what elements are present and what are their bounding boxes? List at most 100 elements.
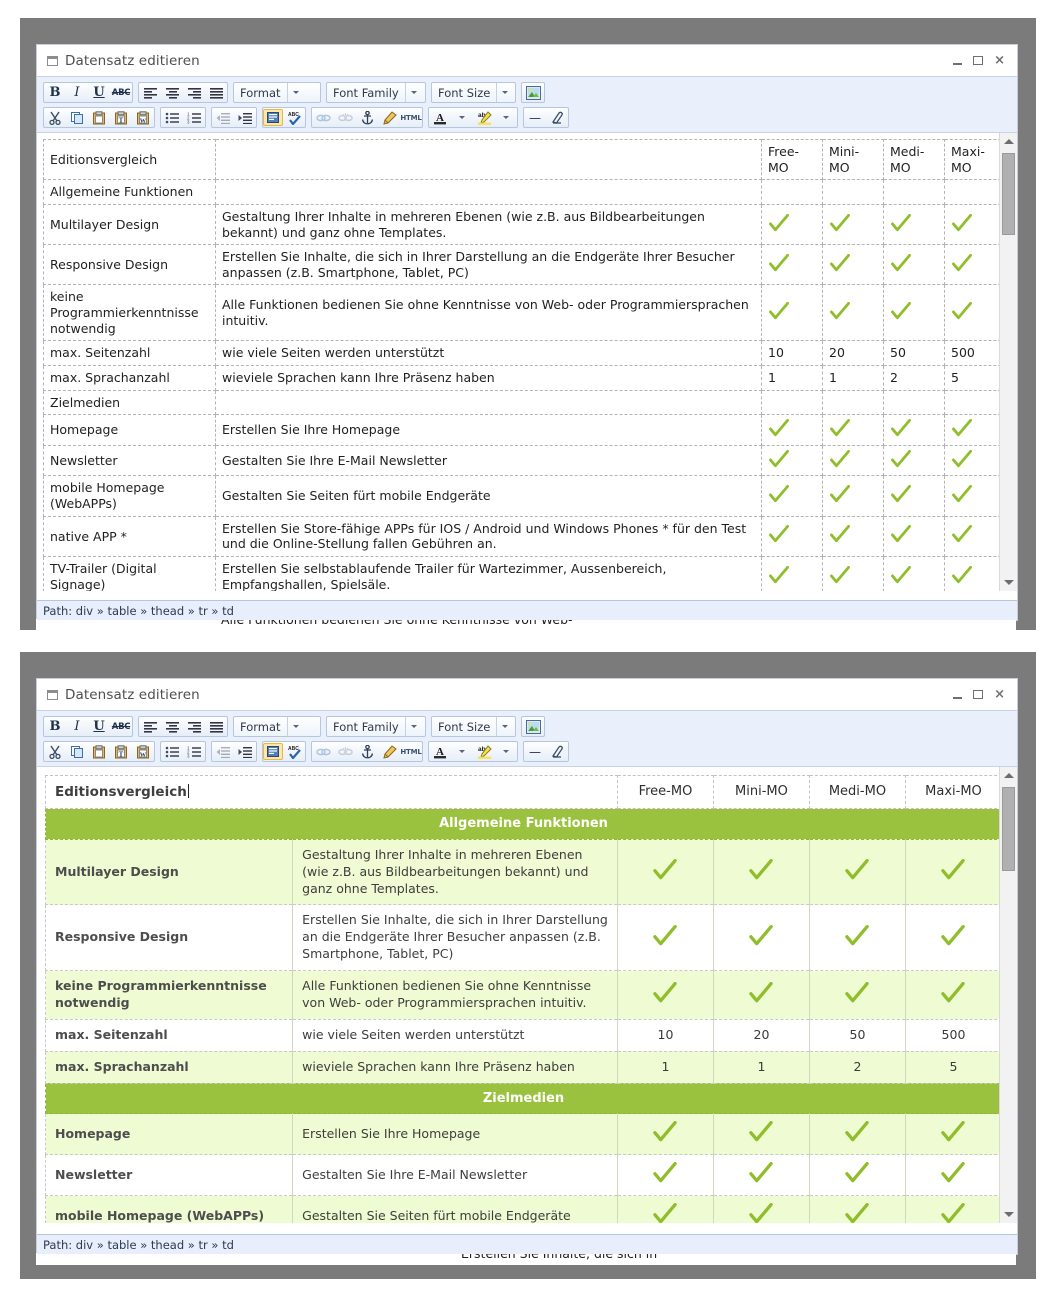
value-cell-3[interactable]	[944, 244, 1006, 286]
background-color-icon[interactable]: ab	[473, 108, 495, 127]
value-cell-2[interactable]	[883, 203, 945, 246]
editor-scrollbar[interactable]	[999, 133, 1017, 591]
maximize-icon[interactable]	[973, 690, 984, 699]
strikethrough-button[interactable]: ABC	[110, 83, 132, 102]
font-size-select[interactable]: Font Size	[431, 716, 516, 737]
plan-header-1[interactable]: Mini-MO	[712, 774, 810, 810]
text-color-icon[interactable]: A	[429, 742, 451, 761]
chevron-down-icon[interactable]	[451, 742, 473, 761]
description-cell[interactable]: Alle Funktionen bedienen Sie ohne Kenntn…	[215, 284, 762, 342]
scroll-down-icon[interactable]	[1000, 1206, 1017, 1223]
feature-cell[interactable]: Multilayer Design	[43, 203, 216, 246]
chevron-down-icon[interactable]	[404, 717, 422, 736]
scrollbar-thumb[interactable]	[1002, 153, 1015, 235]
value-cell-0[interactable]	[761, 414, 823, 446]
value-cell-0[interactable]	[761, 515, 823, 557]
font-family-select[interactable]: Font Family	[326, 82, 426, 103]
blockquote-icon[interactable]	[263, 743, 283, 760]
value-cell-0[interactable]	[617, 970, 714, 1020]
paste-from-word-icon[interactable]: W	[132, 108, 154, 127]
value-cell-3[interactable]	[944, 284, 1006, 342]
section-cell[interactable]	[944, 389, 1006, 416]
feature-cell[interactable]: keine Programmierkenntnisse notwendig	[44, 970, 294, 1020]
clear-formatting-icon[interactable]	[378, 108, 400, 127]
paste-from-word-icon[interactable]: W	[132, 742, 154, 761]
value-cell-0[interactable]	[761, 475, 823, 517]
bold-button[interactable]: B	[44, 717, 66, 736]
description-cell[interactable]: wie viele Seiten werden unterstützt	[215, 340, 762, 366]
bullet-list-icon[interactable]	[161, 108, 183, 127]
value-cell-3[interactable]: 5	[944, 364, 1006, 391]
value-cell-0[interactable]: 10	[617, 1018, 714, 1052]
value-cell-2[interactable]	[883, 444, 945, 477]
paste-as-text-icon[interactable]: T	[110, 108, 132, 127]
bullet-list-icon[interactable]	[161, 742, 183, 761]
minimize-icon[interactable]	[953, 697, 963, 699]
align-center-icon[interactable]	[161, 717, 183, 736]
outdent-icon[interactable]	[212, 742, 234, 761]
description-cell[interactable]: Gestaltung Ihrer Inhalte in mehreren Ebe…	[292, 838, 618, 906]
value-cell-3[interactable]	[905, 970, 1003, 1020]
value-cell-2[interactable]: 2	[809, 1050, 906, 1084]
editor-content-styled[interactable]: Editionsvergleich Free-MO Mini-MO Medi-MO Ma…	[37, 767, 1017, 1223]
description-cell[interactable]: Gestalten Sie Seiten fürt mobile Endgerä…	[215, 475, 762, 517]
description-cell[interactable]: Gestalten Sie Seiten fürt mobile Endgerä…	[292, 1195, 618, 1223]
value-cell-0[interactable]	[761, 284, 823, 342]
underline-button[interactable]: U	[88, 717, 110, 736]
anchor-icon[interactable]	[356, 742, 378, 761]
horizontal-rule-icon[interactable]: —	[524, 742, 546, 761]
numbered-list-icon[interactable]: 123	[183, 742, 205, 761]
clear-formatting-icon[interactable]	[378, 742, 400, 761]
eraser-icon[interactable]	[546, 742, 568, 761]
scroll-down-icon[interactable]	[1000, 574, 1017, 591]
value-cell-1[interactable]	[822, 284, 884, 342]
value-cell-1[interactable]	[822, 475, 884, 517]
description-cell[interactable]: Erstellen Sie Ihre Homepage	[215, 414, 762, 446]
table-spacer-cell[interactable]	[215, 138, 762, 181]
value-cell-2[interactable]	[809, 838, 906, 906]
value-cell-3[interactable]	[944, 203, 1006, 246]
font-family-select[interactable]: Font Family	[326, 716, 426, 737]
feature-cell[interactable]: Responsive Design	[43, 244, 216, 286]
description-cell[interactable]: Gestaltung Ihrer Inhalte in mehreren Ebe…	[215, 203, 762, 246]
value-cell-3[interactable]: 500	[905, 1018, 1003, 1052]
value-cell-3[interactable]	[944, 475, 1006, 517]
value-cell-2[interactable]	[883, 515, 945, 557]
value-cell-3[interactable]: 500	[944, 340, 1006, 366]
scroll-up-icon[interactable]	[1000, 133, 1017, 150]
value-cell-2[interactable]	[883, 555, 945, 591]
value-cell-1[interactable]	[713, 838, 810, 906]
unlink-icon[interactable]	[334, 742, 356, 761]
feature-cell[interactable]: Newsletter	[44, 1154, 294, 1197]
feature-cell[interactable]: max. Seitenzahl	[44, 1018, 294, 1052]
value-cell-0[interactable]	[761, 444, 823, 477]
plan-header-1[interactable]: Mini-MO	[822, 138, 884, 181]
value-cell-3[interactable]	[944, 555, 1006, 591]
section-spacer[interactable]	[215, 389, 762, 416]
value-cell-2[interactable]	[809, 904, 906, 972]
chevron-down-icon[interactable]	[496, 83, 513, 102]
plan-header-3[interactable]: Maxi-MO	[904, 774, 1003, 810]
close-icon[interactable]: ×	[994, 54, 1005, 67]
description-cell[interactable]: Erstellen Sie Ihre Homepage	[292, 1113, 618, 1156]
feature-cell[interactable]: Multilayer Design	[44, 838, 294, 906]
section-cell[interactable]	[944, 179, 1006, 205]
value-cell-3[interactable]	[905, 904, 1003, 972]
description-cell[interactable]: Erstellen Sie selbstablaufende Trailer f…	[215, 555, 762, 591]
value-cell-3[interactable]	[905, 1195, 1003, 1223]
feature-cell[interactable]: mobile Homepage (WebAPPs)	[43, 475, 216, 517]
feature-cell[interactable]: Newsletter	[43, 444, 216, 477]
scrollbar-thumb[interactable]	[1002, 787, 1015, 871]
value-cell-0[interactable]	[761, 244, 823, 286]
section-cell[interactable]	[883, 179, 945, 205]
value-cell-3[interactable]	[944, 414, 1006, 446]
copy-icon[interactable]	[66, 742, 88, 761]
cut-icon[interactable]	[44, 108, 66, 127]
paste-icon[interactable]	[88, 742, 110, 761]
plan-header-0[interactable]: Free-MO	[616, 774, 714, 810]
format-select[interactable]: Format	[233, 82, 321, 103]
value-cell-0[interactable]	[761, 203, 823, 246]
plan-header-2[interactable]: Medi-MO	[883, 138, 945, 181]
value-cell-1[interactable]	[713, 904, 810, 972]
feature-cell[interactable]: Homepage	[43, 414, 216, 446]
